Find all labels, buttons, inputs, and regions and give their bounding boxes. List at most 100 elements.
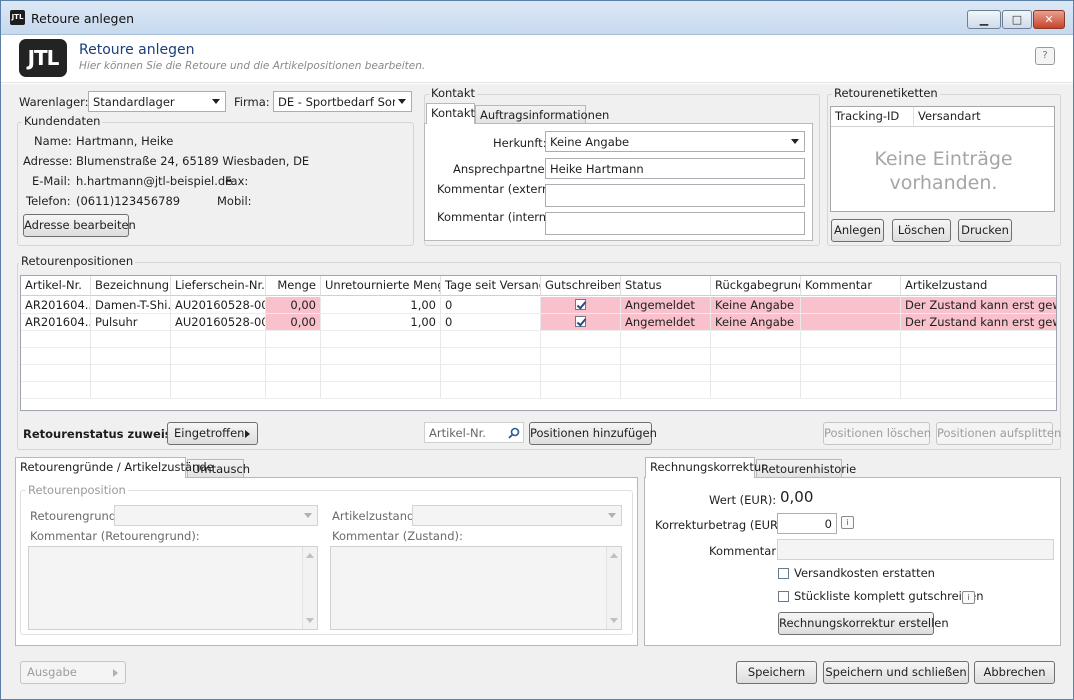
column-header-kommentar[interactable]: Kommentar [801, 276, 901, 296]
retourenstatus-value: Eingetroffen [174, 426, 245, 440]
empty-cell [266, 382, 321, 399]
tab-retourengruende[interactable]: Retourengründe / Artikelzustände [15, 457, 214, 478]
cell-menge[interactable]: 0,00 [266, 314, 321, 331]
gutschreiben-checkbox[interactable] [575, 299, 586, 310]
gutschreiben-checkbox[interactable] [575, 316, 586, 327]
kontakt-title: Kontakt [429, 86, 478, 100]
kommentar-intern-input[interactable] [545, 212, 805, 235]
tab-kontakt[interactable]: Kontakt [426, 103, 475, 124]
positionen-hinzufuegen-button[interactable]: Positionen hinzufügen [529, 422, 657, 445]
ansprechpartner-input[interactable]: Heike Hartmann [545, 158, 805, 179]
empty-cell [321, 365, 441, 382]
table-row[interactable]: AR201604... Damen-T-Shi... AU20160528-00… [21, 297, 1056, 314]
info-icon[interactable]: i [962, 591, 975, 604]
maximize-button[interactable]: □ [1002, 10, 1032, 29]
tab-rechnungskorrektur[interactable]: Rechnungskorrektur [645, 457, 766, 478]
rechnungskorrektur-erstellen-button[interactable]: Rechnungskorrektur erstellen [778, 612, 949, 635]
abbrechen-button[interactable]: Abbrechen [974, 661, 1055, 684]
artikel-nr-placeholder: Artikel-Nr. [429, 426, 486, 440]
stueckliste-checkbox[interactable] [778, 591, 789, 602]
column-header-rueckgabegrund[interactable]: Rückgabegrund [711, 276, 801, 296]
drucken-button[interactable]: Drucken [958, 219, 1012, 242]
korrektur-kommentar-input[interactable] [777, 539, 1054, 560]
column-header-artikel-nr[interactable]: Artikel-Nr. [21, 276, 91, 296]
speichern-button[interactable]: Speichern [736, 661, 817, 684]
minimize-button[interactable]: ▁ [967, 10, 1001, 29]
empty-cell [621, 331, 711, 348]
empty-cell [21, 348, 91, 365]
retourengrund-label: Retourengrund: [30, 509, 121, 523]
table-row[interactable]: AR201604... Pulsuhr AU20160528-001 0,00 … [21, 314, 1056, 331]
speichern-und-schliessen-button[interactable]: Speichern und schließen [823, 661, 969, 684]
cell-kommentar[interactable] [801, 297, 901, 314]
retourenstatus-dropdown-button[interactable]: Eingetroffen [167, 422, 258, 445]
column-header-menge[interactable]: Menge [266, 276, 321, 296]
cell-kommentar[interactable] [801, 314, 901, 331]
positionen-grid[interactable]: Artikel-Nr. Bezeichnung Lieferschein-Nr.… [20, 275, 1057, 411]
scroll-up-icon[interactable] [306, 553, 314, 558]
wert-label: Wert (EUR): [709, 493, 777, 507]
ausgabe-button[interactable]: Ausgabe [20, 661, 126, 684]
anlegen-button[interactable]: Anlegen [831, 219, 884, 242]
cell-gutschreiben [541, 297, 621, 314]
cell-menge[interactable]: 0,00 [266, 297, 321, 314]
column-header-bezeichnung[interactable]: Bezeichnung [91, 276, 171, 296]
firma-label: Firma: [234, 95, 270, 109]
empty-row [21, 365, 1056, 382]
positionen-header-row: Artikel-Nr. Bezeichnung Lieferschein-Nr.… [21, 276, 1056, 296]
wert-value: 0,00 [780, 488, 814, 506]
column-header-unretourniert[interactable]: Unretournierte Menge [321, 276, 441, 296]
kontakt-panel: Herkunft: Keine Angabe Ansprechpartner: … [424, 123, 813, 241]
empty-cell [801, 348, 901, 365]
cell-status: Angemeldet [621, 314, 711, 331]
tab-auftragsinformationen[interactable]: Auftragsinformationen [475, 105, 609, 124]
app-logo-icon: JTL [10, 10, 25, 25]
column-header-tage[interactable]: Tage seit Versand [441, 276, 541, 296]
positionen-loeschen-button[interactable]: Positionen löschen [823, 422, 931, 445]
column-header-lieferschein[interactable]: Lieferschein-Nr. [171, 276, 266, 296]
tab-retourenhistorie[interactable]: Retourenhistorie [756, 459, 856, 478]
kommentar-retourengrund-textarea[interactable] [28, 546, 318, 630]
versandkosten-checkbox[interactable] [778, 568, 789, 579]
cell-rueckgabegrund[interactable]: Keine Angabe [711, 297, 801, 314]
scrollbar[interactable] [302, 547, 317, 629]
positionen-aufsplitten-button[interactable]: Positionen aufsplitten [936, 422, 1061, 445]
close-button[interactable]: ✕ [1033, 10, 1065, 29]
empty-cell [91, 365, 171, 382]
artikel-nr-search-input[interactable]: Artikel-Nr. [424, 422, 524, 443]
firma-select[interactable]: DE - Sportbedarf Somm [273, 91, 412, 112]
korrekturbetrag-input[interactable]: 0 [777, 513, 837, 534]
adresse-bearbeiten-button[interactable]: Adresse bearbeiten [23, 214, 136, 237]
scroll-down-icon[interactable] [610, 618, 618, 623]
empty-cell [541, 382, 621, 399]
firma-value: DE - Sportbedarf Somm [278, 95, 395, 109]
herkunft-select[interactable]: Keine Angabe [545, 131, 805, 152]
name-value: Hartmann, Heike [76, 134, 174, 148]
etiketten-list[interactable]: Tracking-ID Versandart Keine Einträge vo… [830, 106, 1055, 212]
cell-rueckgabegrund[interactable]: Keine Angabe [711, 314, 801, 331]
kommentar-extern-input[interactable] [545, 184, 805, 207]
column-header-artikelzustand[interactable]: Artikelzustand [901, 276, 1056, 296]
scroll-down-icon[interactable] [306, 618, 314, 623]
info-icon[interactable]: i [841, 516, 854, 529]
loeschen-button[interactable]: Löschen [892, 219, 951, 242]
kommentar-zustand-textarea[interactable] [330, 546, 622, 630]
retourengrund-select[interactable] [114, 505, 318, 526]
scrollbar[interactable] [606, 547, 621, 629]
empty-cell [541, 331, 621, 348]
cell-lieferschein: AU20160528-001 [171, 297, 266, 314]
cell-artikelzustand[interactable]: Der Zustand kann erst gewä... [901, 314, 1056, 331]
empty-cell [801, 331, 901, 348]
column-header[interactable]: Versandart [914, 107, 1054, 127]
empty-cell [171, 382, 266, 399]
column-header-gutschreiben[interactable]: Gutschreiben [541, 276, 621, 296]
artikelzustand-select[interactable] [412, 505, 622, 526]
cell-artikelzustand[interactable]: Der Zustand kann erst gewä... [901, 297, 1056, 314]
column-header[interactable]: Tracking-ID [831, 107, 914, 127]
help-icon[interactable]: ? [1035, 47, 1055, 65]
scroll-up-icon[interactable] [610, 553, 618, 558]
warenlager-select[interactable]: Standardlager [88, 91, 226, 112]
fax-label: Fax: [225, 174, 249, 188]
search-icon[interactable] [508, 427, 520, 439]
column-header-status[interactable]: Status [621, 276, 711, 296]
